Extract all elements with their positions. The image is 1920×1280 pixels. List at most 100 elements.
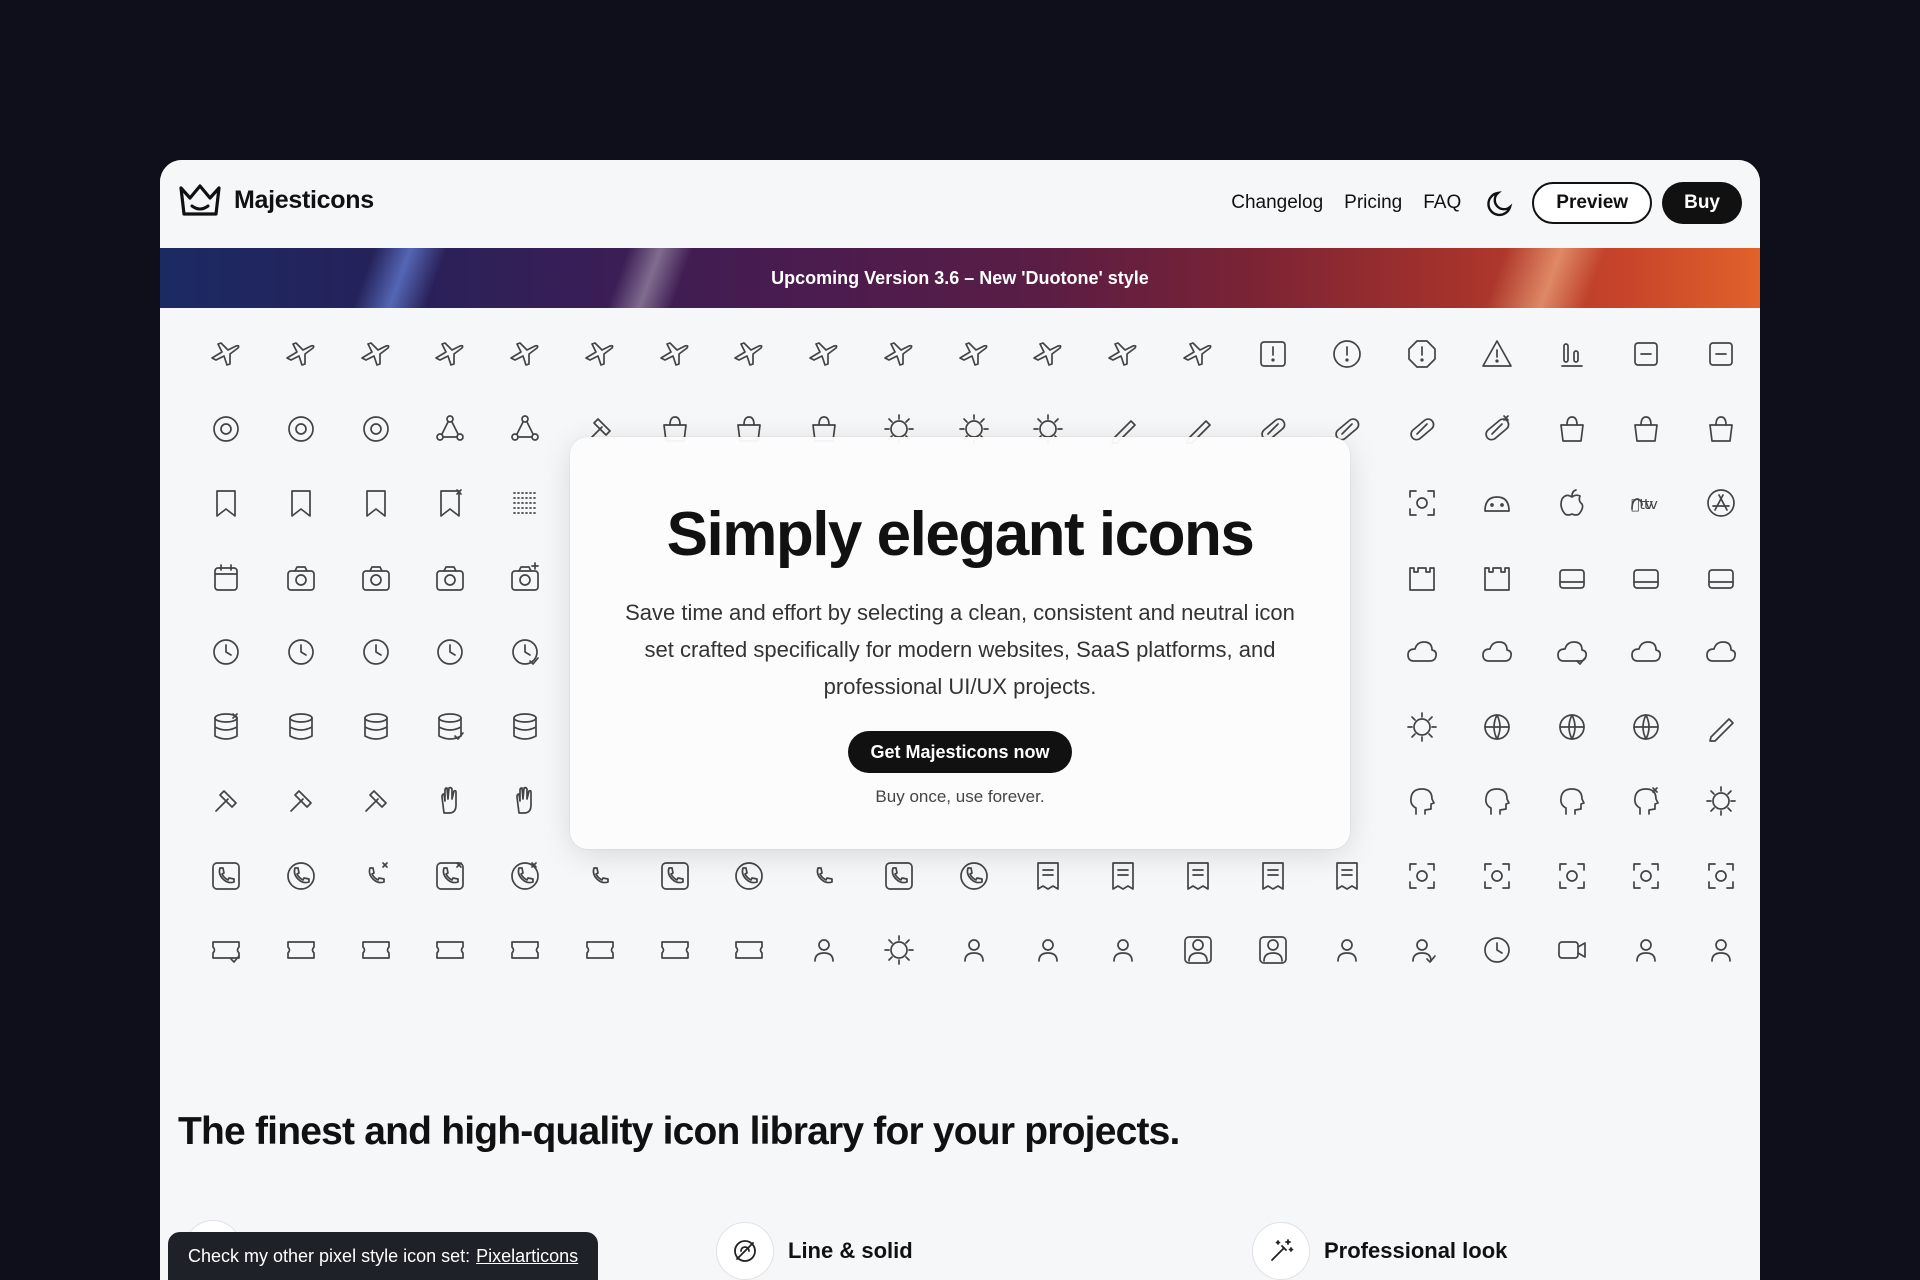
barn-icon[interactable] [1554, 411, 1629, 486]
user-square-flag-icon[interactable] [1255, 932, 1330, 1007]
feather-icon[interactable] [1703, 709, 1760, 784]
scan-icon[interactable] [1404, 858, 1479, 933]
phone-square-icon[interactable] [208, 858, 283, 933]
camera-alt-icon[interactable] [358, 560, 433, 635]
basket-icon[interactable] [1628, 411, 1703, 486]
globe-off-icon[interactable] [1628, 709, 1703, 784]
video-user-icon[interactable] [1628, 932, 1703, 1007]
cloud-check-icon[interactable] [1554, 634, 1629, 709]
head-x-icon[interactable] [1628, 783, 1703, 858]
phone-circle-x-icon[interactable] [507, 858, 582, 933]
bookmark-icon[interactable] [208, 485, 283, 560]
airplane-landing-icon[interactable] [1030, 336, 1105, 411]
nav-pricing[interactable]: Pricing [1344, 192, 1402, 214]
alert-circle-icon[interactable] [1329, 336, 1404, 411]
announcement-banner[interactable]: Upcoming Version 3.6 – New 'Duotone' sty… [160, 248, 1760, 308]
pixelarticons-link[interactable]: Pixelarticons [476, 1246, 578, 1267]
apple-tv-icon[interactable]: tvtv [1628, 485, 1703, 560]
receipt-list-icon[interactable] [1255, 858, 1330, 933]
head-circle-icon[interactable] [1554, 783, 1629, 858]
camera-flash-icon[interactable] [432, 560, 507, 635]
castle-icon[interactable] [1404, 560, 1479, 635]
user-check-icon[interactable] [1404, 932, 1479, 1007]
clock-arrows-icon[interactable] [358, 634, 433, 709]
phone-x-icon[interactable] [358, 858, 433, 933]
ticket-frame-icon[interactable] [731, 932, 806, 1007]
bar-chart-icon[interactable] [1554, 336, 1629, 411]
bookmark-x-icon[interactable] [432, 485, 507, 560]
airplane-settings-icon[interactable] [657, 336, 732, 411]
airplane-document-icon[interactable] [358, 336, 433, 411]
bookmark-heart-icon[interactable] [358, 485, 433, 560]
hammer-tool-icon[interactable] [283, 783, 358, 858]
cloud-chat-icon[interactable] [1479, 634, 1554, 709]
cloud-sync-icon[interactable] [1404, 634, 1479, 709]
aperture-icon[interactable] [283, 411, 358, 486]
clock-speech-icon[interactable] [432, 634, 507, 709]
cloud-code-icon[interactable] [1703, 634, 1760, 709]
apple-icon[interactable] [1554, 485, 1629, 560]
receipt-icon[interactable] [1030, 858, 1105, 933]
airplane-timer-icon[interactable] [507, 336, 582, 411]
database-check-icon[interactable] [432, 709, 507, 784]
database-x-icon[interactable] [208, 709, 283, 784]
clock-flag-icon[interactable] [283, 634, 358, 709]
scan-eye-icon[interactable] [1628, 858, 1703, 933]
castle-alt-icon[interactable] [1479, 560, 1554, 635]
bandage-icon[interactable] [1404, 411, 1479, 486]
user-chat-icon[interactable] [956, 932, 1031, 1007]
clock-hand-icon[interactable] [208, 634, 283, 709]
video-icon[interactable] [1554, 932, 1629, 1007]
globe-lines-icon[interactable] [1479, 709, 1554, 784]
user-icon[interactable] [806, 932, 881, 1007]
bookmark-edit-icon[interactable] [283, 485, 358, 560]
phone-square-x-icon[interactable] [432, 858, 507, 933]
ticket-user-icon[interactable] [582, 932, 657, 1007]
atom-circle-icon[interactable] [208, 411, 283, 486]
head-icon[interactable] [1404, 783, 1479, 858]
alert-square-icon[interactable] [1255, 336, 1330, 411]
drive-icon[interactable] [1554, 560, 1629, 635]
app-store-icon[interactable] [1703, 485, 1760, 560]
airplane-fast-icon[interactable] [956, 336, 1031, 411]
phone-square-forward-icon[interactable] [881, 858, 956, 933]
airplane-location-icon[interactable] [1180, 336, 1255, 411]
get-majesticons-button[interactable]: Get Majesticons now [848, 731, 1072, 773]
user-flag-icon[interactable] [1105, 932, 1180, 1007]
nav-changelog[interactable]: Changelog [1231, 192, 1323, 214]
basket-closed-icon[interactable] [1703, 411, 1760, 486]
camera-icon[interactable] [283, 560, 358, 635]
hammer-square-icon[interactable] [358, 783, 433, 858]
drive-off-icon[interactable] [1628, 560, 1703, 635]
calendar-icon[interactable] [208, 560, 283, 635]
airplane-takeoff-icon[interactable] [731, 336, 806, 411]
ticket-sparkle-icon[interactable] [358, 932, 433, 1007]
phone-circle-icon[interactable] [283, 858, 358, 933]
brand-logo[interactable]: Majesticons [178, 182, 374, 218]
scan-face-icon[interactable] [1703, 858, 1760, 933]
database-chat-icon[interactable] [358, 709, 433, 784]
receipt-percent-icon[interactable] [1105, 858, 1180, 933]
nav-faq[interactable]: FAQ [1423, 192, 1461, 214]
moon-icon[interactable] [1486, 188, 1516, 218]
triangle-nodes-icon[interactable] [432, 411, 507, 486]
airplane-rocket-icon[interactable] [881, 336, 956, 411]
drive-alt-icon[interactable] [1703, 560, 1760, 635]
ticket-id-icon[interactable] [657, 932, 732, 1007]
video-users-icon[interactable] [1703, 932, 1760, 1007]
atom-icon[interactable] [358, 411, 433, 486]
phone-circle-dialpad-icon[interactable] [731, 858, 806, 933]
alert-octagon-icon[interactable] [1404, 336, 1479, 411]
scan-box-icon[interactable] [1479, 858, 1554, 933]
buy-button[interactable]: Buy [1662, 182, 1742, 224]
brightness-icon[interactable] [1404, 709, 1479, 784]
user-settings-icon[interactable] [881, 932, 956, 1007]
airplane-circle-icon[interactable] [432, 336, 507, 411]
database-sync-icon[interactable] [283, 709, 358, 784]
ticket-icon[interactable] [283, 932, 358, 1007]
ticket-star-icon[interactable] [432, 932, 507, 1007]
phone-forward-icon[interactable] [806, 858, 881, 933]
ticket-check-icon[interactable] [208, 932, 283, 1007]
phone-square-dialpad-icon[interactable] [657, 858, 732, 933]
bandage-x-icon[interactable] [1479, 411, 1554, 486]
